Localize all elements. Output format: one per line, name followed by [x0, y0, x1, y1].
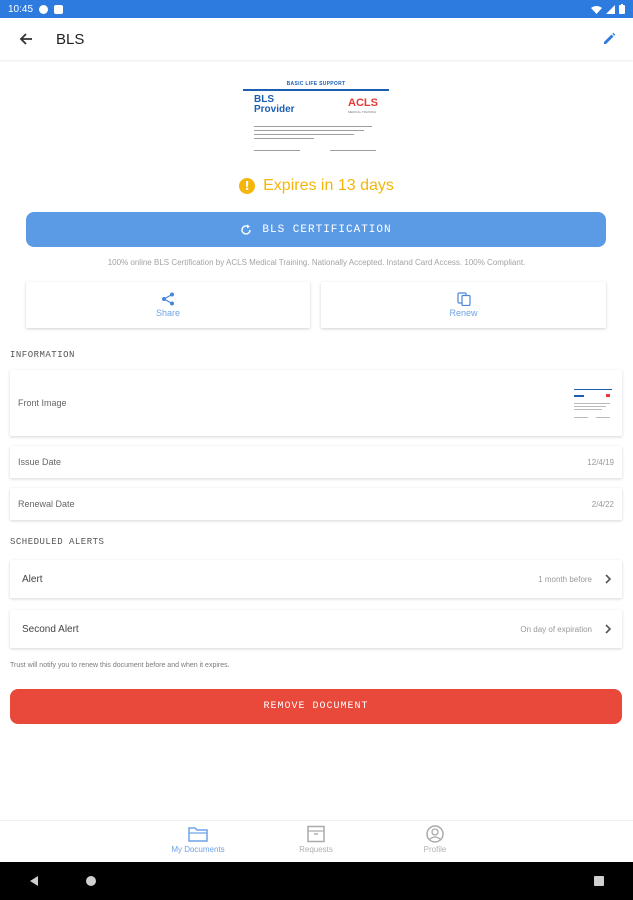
inbox-icon	[307, 825, 325, 843]
renewal-date-row[interactable]: Renewal Date 2/4/22	[10, 488, 622, 520]
arrow-back-icon	[19, 33, 32, 45]
certificate-text-line	[254, 130, 364, 131]
second-alert-label: Second Alert	[22, 623, 79, 635]
bottom-navigation: My Documents Requests Profile	[0, 820, 633, 862]
certificate-text-line	[254, 126, 372, 127]
wifi-icon	[591, 5, 602, 14]
remove-document-label: REMOVE DOCUMENT	[263, 701, 369, 712]
chevron-right-icon	[602, 573, 614, 585]
sd-card-icon	[54, 4, 64, 14]
certificate-preview[interactable]: BASIC LIFE SUPPORT BLS Provider ACLS MED…	[240, 78, 392, 158]
certificate-text-line	[254, 138, 314, 139]
front-image-label: Front Image	[18, 398, 67, 408]
status-time: 10:45	[8, 3, 34, 15]
battery-icon	[619, 4, 625, 14]
page-title: BLS	[56, 30, 85, 48]
certification-description: 100% online BLS Certification by ACLS Me…	[107, 258, 526, 267]
certificate-text-line	[254, 134, 354, 135]
remove-document-button[interactable]: REMOVE DOCUMENT	[10, 689, 622, 724]
nav-profile[interactable]: Profile	[390, 825, 480, 854]
acls-logo-sub: MEDICAL TRAINING	[348, 110, 377, 114]
nav-profile-label: Profile	[423, 845, 447, 854]
system-navigation-bar	[0, 862, 633, 900]
certificate-header: BASIC LIFE SUPPORT	[243, 81, 389, 91]
share-button[interactable]: Share	[26, 282, 310, 328]
status-bar: 10:45	[0, 0, 633, 18]
app-bar: BLS	[0, 18, 633, 60]
profile-icon	[426, 825, 444, 843]
system-back-button[interactable]	[26, 873, 42, 889]
refresh-icon	[241, 224, 252, 235]
certificate-provider: BLS Provider	[254, 94, 295, 115]
pencil-icon	[604, 32, 616, 44]
share-icon	[162, 292, 174, 306]
signature-line	[330, 150, 376, 151]
system-home-button[interactable]	[83, 873, 99, 889]
copy-icon	[456, 292, 471, 306]
warning-icon: !	[239, 178, 256, 194]
alert-row[interactable]: Alert 1 month before	[10, 560, 622, 598]
triangle-back-icon	[30, 876, 38, 886]
renewal-date-label: Renewal Date	[18, 499, 75, 509]
expiry-warning: ! Expires in 13 days	[0, 174, 633, 198]
renewal-date-value: 2/4/22	[591, 499, 614, 509]
renew-button[interactable]: Renew	[321, 282, 606, 328]
edit-button[interactable]	[597, 27, 621, 51]
front-image-row[interactable]: Front Image	[10, 370, 622, 436]
chevron-right-icon	[602, 623, 614, 635]
second-alert-value: On day of expiration	[520, 624, 592, 634]
acls-logo: ACLS	[348, 97, 378, 109]
front-image-thumbnail[interactable]	[572, 377, 614, 429]
square-recents-icon	[594, 876, 604, 886]
back-button[interactable]	[14, 27, 38, 51]
renew-label: Renew	[449, 308, 478, 318]
alert-value: 1 month before	[538, 574, 592, 584]
alert-label: Alert	[22, 573, 43, 585]
expiry-text: Expires in 13 days	[263, 177, 394, 194]
system-recents-button[interactable]	[591, 873, 607, 889]
circle-home-icon	[86, 876, 96, 886]
second-alert-row[interactable]: Second Alert On day of expiration	[10, 610, 622, 648]
notification-icon	[39, 4, 49, 14]
certification-button[interactable]: BLS CERTIFICATION	[26, 212, 606, 247]
nav-requests-label: Requests	[299, 845, 333, 854]
scheduled-alerts-section-label: SCHEDULED ALERTS	[10, 537, 105, 547]
nav-my-documents-label: My Documents	[171, 845, 225, 854]
nav-requests[interactable]: Requests	[271, 825, 361, 854]
information-section-label: INFORMATION	[10, 350, 75, 360]
issue-date-label: Issue Date	[18, 457, 62, 467]
folder-icon	[188, 827, 208, 842]
share-label: Share	[155, 308, 181, 318]
nav-my-documents[interactable]: My Documents	[153, 825, 243, 854]
issue-date-value: 12/4/19	[587, 457, 614, 467]
alerts-note: Trust will notify you to renew this docu…	[10, 662, 230, 669]
certification-button-label: BLS CERTIFICATION	[262, 223, 392, 236]
signal-icon	[606, 4, 615, 14]
signature-line	[254, 150, 300, 151]
issue-date-row[interactable]: Issue Date 12/4/19	[10, 446, 622, 478]
